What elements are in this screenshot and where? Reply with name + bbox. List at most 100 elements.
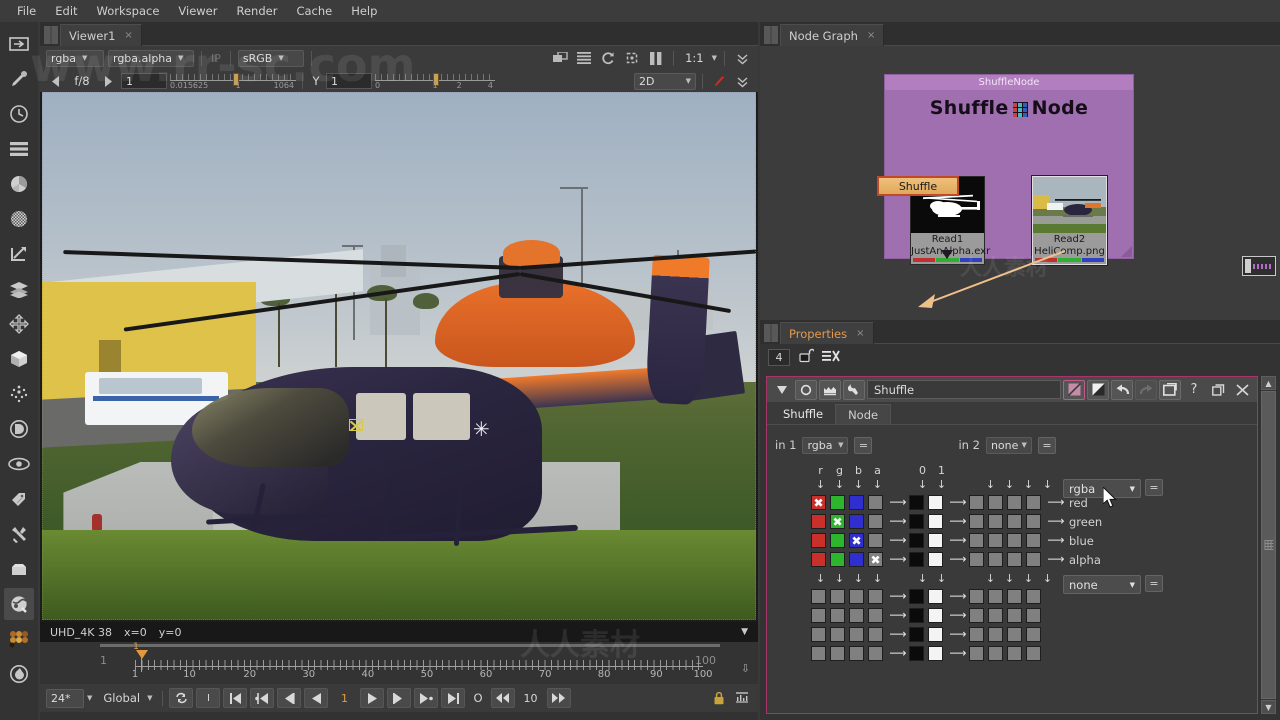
duplicate-icon[interactable] [1159, 379, 1181, 400]
time-icon[interactable] [4, 98, 34, 130]
play-backward-icon[interactable] [304, 688, 329, 708]
redo-icon[interactable] [1135, 379, 1157, 400]
fps-select[interactable]: 24* [46, 688, 84, 708]
sync-mode-label[interactable]: Global [99, 691, 144, 705]
play-forward-icon[interactable] [360, 688, 385, 708]
cell-red-in2-r[interactable] [969, 495, 984, 510]
cell-green-a[interactable] [868, 514, 883, 529]
collapse-icon[interactable] [771, 380, 793, 400]
menu-edit[interactable]: Edit [46, 1, 86, 21]
timeline-ruler[interactable]: 1 100 1 10 20 30 40 50 60 70 80 90 100 1… [40, 642, 758, 684]
cell-out2-3-g[interactable] [830, 627, 845, 642]
first-frame-icon[interactable] [223, 688, 248, 708]
wrench-icon[interactable] [843, 379, 865, 400]
cell-blue-g[interactable] [830, 533, 845, 548]
cell-red-in2-a[interactable] [1026, 495, 1041, 510]
gain-slider[interactable]: 0.015625 1 1064 [170, 72, 296, 90]
panel-grip-icon[interactable] [764, 26, 778, 44]
cell-green-g[interactable]: ✖ [830, 514, 845, 529]
prev-keyframe-icon[interactable] [250, 688, 275, 708]
cell-blue-1[interactable] [928, 533, 943, 548]
node-name-field[interactable]: Shuffle [867, 380, 1061, 399]
proxy-icon[interactable] [550, 49, 570, 67]
toolsets-icon[interactable] [4, 553, 34, 585]
cell-out2-1-r[interactable] [811, 589, 826, 604]
cell-red-1[interactable] [928, 495, 943, 510]
cell-alpha-in2-a[interactable] [1026, 552, 1041, 567]
menu-cache[interactable]: Cache [287, 1, 341, 21]
cell-red-g[interactable] [830, 495, 845, 510]
cell-out2-3-0[interactable] [909, 627, 924, 642]
next-frame-icon[interactable] [387, 688, 412, 708]
frame-increment-field[interactable]: 10 [517, 689, 544, 707]
cell-green-in2-r[interactable] [969, 514, 984, 529]
in1-anim-menu-button[interactable]: = [854, 436, 873, 454]
skip-backward-icon[interactable] [490, 688, 515, 708]
cell-out2-2-in2b[interactable] [1007, 608, 1022, 623]
unlock-icon[interactable] [798, 348, 816, 366]
out2-anim-menu-button[interactable]: = [1145, 575, 1163, 592]
zoom-level-label[interactable]: 1:1 [681, 51, 708, 65]
in2-select[interactable]: none ▼ [985, 436, 1032, 454]
float-icon[interactable] [1207, 380, 1229, 400]
cell-out2-2-r[interactable] [811, 608, 826, 623]
out2-select[interactable]: none ▼ [1063, 575, 1141, 594]
menu-help[interactable]: Help [342, 1, 386, 21]
mask-icon[interactable] [819, 379, 841, 400]
cell-red-r[interactable]: ✖ [811, 495, 826, 510]
scroll-up-icon[interactable]: ▲ [1261, 376, 1276, 390]
cell-out2-3-1[interactable] [928, 627, 943, 642]
cell-out2-2-in2a[interactable] [1026, 608, 1041, 623]
scroll-down-icon[interactable]: ▼ [1261, 700, 1276, 714]
cell-out2-1-in2r[interactable] [969, 589, 984, 604]
menu-viewer[interactable]: Viewer [169, 1, 226, 21]
cell-out2-3-in2b[interactable] [1007, 627, 1022, 642]
metadata-icon[interactable] [4, 483, 34, 515]
bypass-icon[interactable] [1087, 379, 1109, 400]
skip-forward-icon[interactable] [546, 688, 571, 708]
cell-out2-1-1[interactable] [928, 589, 943, 604]
cell-out2-1-a[interactable] [868, 589, 883, 604]
cell-blue-0[interactable] [909, 533, 924, 548]
cell-out2-3-in2g[interactable] [988, 627, 1003, 642]
loop-icon[interactable] [169, 688, 194, 708]
panel-grip-icon[interactable] [764, 324, 778, 342]
properties-scrollbar[interactable]: ▲ ▼ [1261, 376, 1276, 714]
cell-out2-2-g[interactable] [830, 608, 845, 623]
chevron-down-icon[interactable]: ▼ [147, 694, 152, 702]
prev-frame-icon[interactable] [277, 688, 302, 708]
cell-out2-2-a[interactable] [868, 608, 883, 623]
gain-increase-icon[interactable] [98, 72, 118, 90]
backdrop-resize-handle[interactable] [1121, 246, 1132, 257]
cell-out2-4-a[interactable] [868, 646, 883, 661]
cell-out2-1-g[interactable] [830, 589, 845, 604]
cell-green-1[interactable] [928, 514, 943, 529]
gain-decrease-icon[interactable] [46, 72, 66, 90]
cell-red-in2-g[interactable] [988, 495, 1003, 510]
filter-icon[interactable] [4, 203, 34, 235]
tab-viewer1[interactable]: Viewer1 × [60, 24, 142, 46]
cell-green-in2-g[interactable] [988, 514, 1003, 529]
viewer-canvas[interactable]: ✳ [40, 92, 758, 622]
transform-icon[interactable] [4, 308, 34, 340]
pause-icon[interactable] [646, 49, 666, 67]
panel-grip-icon[interactable] [44, 26, 58, 44]
cell-out2-2-0[interactable] [909, 608, 924, 623]
cell-out2-4-1[interactable] [928, 646, 943, 661]
cell-red-in2-b[interactable] [1007, 495, 1022, 510]
cell-green-r[interactable] [811, 514, 826, 529]
color-icon[interactable] [4, 168, 34, 200]
tab-properties[interactable]: Properties × [780, 322, 874, 344]
cell-blue-in2-r[interactable] [969, 533, 984, 548]
cell-green-0[interactable] [909, 514, 924, 529]
gamma-slider[interactable]: 0 1 2 4 [375, 72, 495, 90]
cell-out2-1-in2g[interactable] [988, 589, 1003, 604]
expand-chevrons-icon[interactable] [732, 72, 752, 90]
channel-icon[interactable] [4, 133, 34, 165]
cell-alpha-in2-g[interactable] [988, 552, 1003, 567]
list-icon[interactable] [574, 49, 594, 67]
image-icon[interactable] [4, 28, 34, 60]
cell-alpha-r[interactable] [811, 552, 826, 567]
ip-label[interactable]: IP [209, 52, 223, 65]
help-icon[interactable]: ? [1183, 380, 1205, 400]
